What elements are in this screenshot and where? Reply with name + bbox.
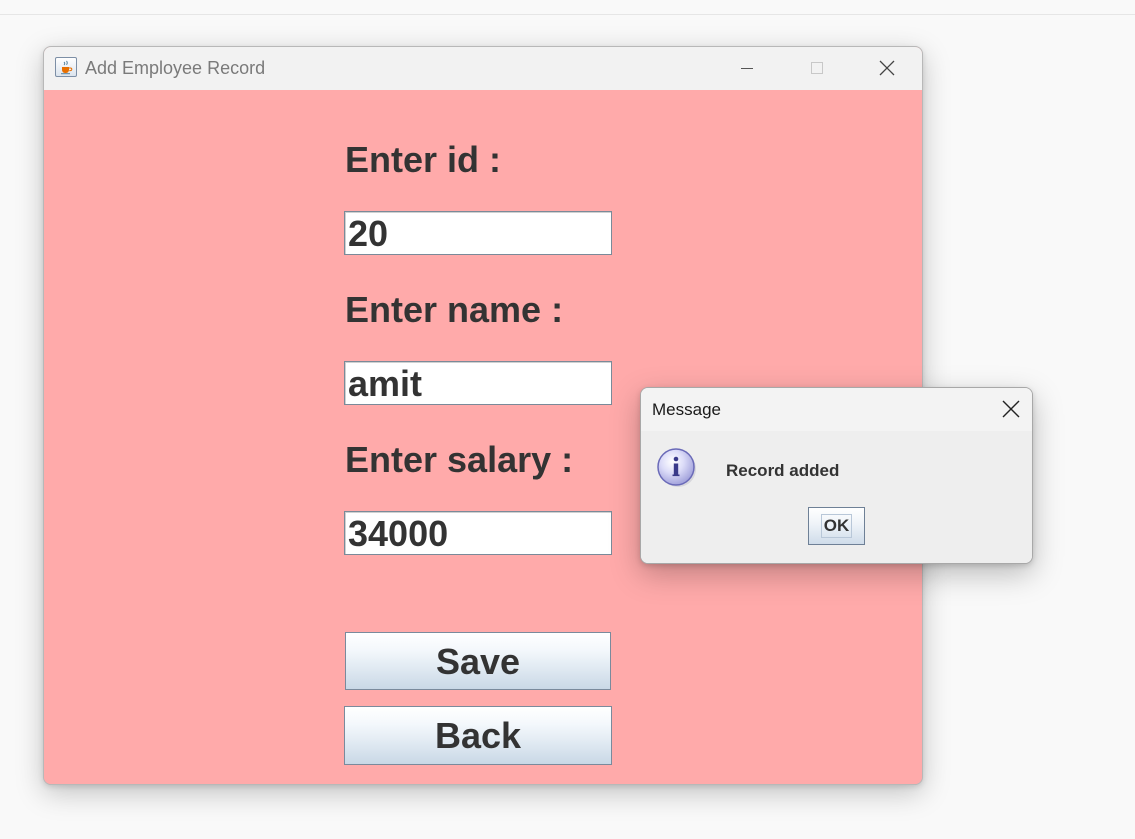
window-title: Add Employee Record <box>85 58 266 78</box>
dialog-message: Record added <box>726 461 840 480</box>
dialog-title: Message <box>652 400 721 419</box>
save-button[interactable]: Save <box>345 632 611 690</box>
message-dialog: Message Record added OK <box>640 387 1033 564</box>
close-icon <box>1002 400 1020 418</box>
id-label: Enter id : <box>345 139 502 180</box>
dialog-body: Record added OK <box>641 431 1032 563</box>
name-field[interactable] <box>344 361 612 405</box>
id-field[interactable] <box>344 211 612 255</box>
maximize-button <box>794 47 840 90</box>
dialog-close-button[interactable] <box>987 388 1032 431</box>
salary-label: Enter salary : <box>345 439 574 480</box>
maximize-icon <box>811 62 823 74</box>
dialog-titlebar[interactable]: Message <box>641 388 1032 431</box>
desktop-top-divider <box>0 14 1135 15</box>
name-label: Enter name : <box>345 289 564 330</box>
java-cup-icon <box>55 57 77 77</box>
minimize-icon <box>741 68 753 69</box>
back-button[interactable]: Back <box>344 706 612 765</box>
minimize-button[interactable] <box>724 47 770 90</box>
close-button[interactable] <box>864 47 910 90</box>
close-icon <box>879 60 895 76</box>
ok-button[interactable]: OK <box>808 507 865 545</box>
info-icon <box>657 448 696 487</box>
ok-button-label: OK <box>823 516 850 535</box>
window-titlebar[interactable]: Add Employee Record <box>44 47 922 90</box>
salary-field[interactable] <box>344 511 612 555</box>
